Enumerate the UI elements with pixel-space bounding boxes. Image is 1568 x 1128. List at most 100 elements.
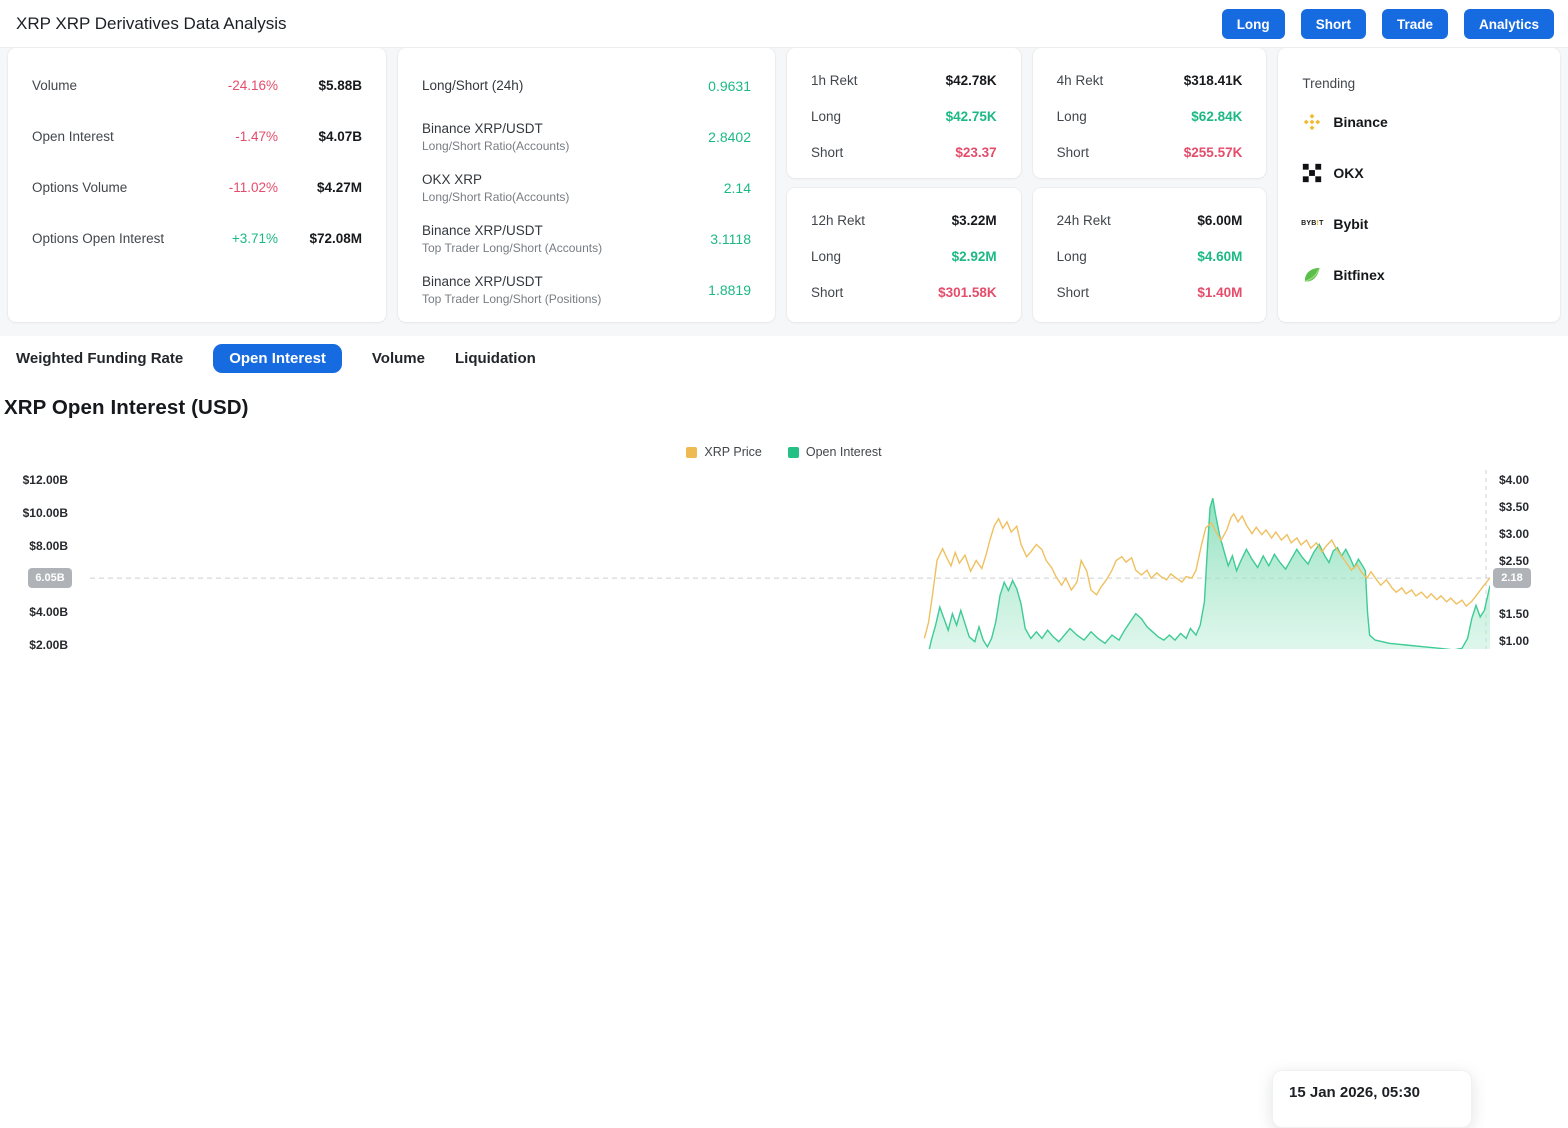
rekt-row: Long $62.84K bbox=[1057, 98, 1243, 134]
stat-cards-row: Volume -24.16% $5.88B Open Interest -1.4… bbox=[8, 48, 1560, 322]
stat-change: -1.47% bbox=[186, 129, 278, 144]
stat-label: Volume bbox=[32, 78, 186, 93]
ratio-label: Long/Short (24h) bbox=[422, 78, 708, 93]
rekt-value: $3.22M bbox=[952, 213, 997, 228]
rekt-column-2: 4h Rekt $318.41K Long $62.84K Short $255… bbox=[1033, 48, 1267, 322]
rekt-row: Short $23.37 bbox=[811, 134, 997, 170]
rekt-value: $6.00M bbox=[1197, 213, 1242, 228]
stat-value: $72.08M bbox=[278, 231, 362, 246]
bitfinex-icon bbox=[1302, 265, 1322, 285]
rekt-label: Long bbox=[811, 109, 946, 124]
header-action-button[interactable]: Long bbox=[1222, 9, 1285, 39]
header-action-button[interactable]: Short bbox=[1301, 9, 1366, 39]
stat-label: Options Volume bbox=[32, 180, 186, 195]
market-stats-card: Volume -24.16% $5.88B Open Interest -1.4… bbox=[8, 48, 386, 322]
ratio-sublabel: Long/Short Ratio(Accounts) bbox=[422, 139, 708, 153]
left-axis: $12.00B $10.00B $8.00B $4.00B $2.00B bbox=[0, 470, 68, 649]
header-action-button[interactable]: Analytics bbox=[1464, 9, 1554, 39]
legend-swatch-icon bbox=[686, 447, 697, 458]
chart-tooltip: 15 Jan 2026, 05:30 bbox=[1272, 1070, 1472, 1128]
ratio-value: 0.9631 bbox=[708, 78, 751, 94]
axis-tick-label: $1.00 bbox=[1499, 633, 1563, 649]
rekt-row: Short $255.57K bbox=[1057, 134, 1243, 170]
exchange-name: Binance bbox=[1333, 114, 1387, 130]
ratio-value: 2.8402 bbox=[708, 129, 751, 145]
rekt-value: $301.58K bbox=[938, 285, 997, 300]
bybit-icon: BYB!T bbox=[1302, 214, 1322, 234]
tab[interactable]: Open Interest bbox=[213, 344, 342, 373]
tab[interactable]: Volume bbox=[372, 344, 425, 373]
ratio-row: Binance XRP/USDT Top Trader Long/Short (… bbox=[422, 213, 751, 264]
chart-tabs: Weighted Funding Rate Open Interest Volu… bbox=[16, 344, 536, 373]
ratio-value: 2.14 bbox=[724, 180, 751, 196]
legend-item[interactable]: XRP Price bbox=[686, 445, 761, 459]
page: XRP XRP Derivatives Data Analysis Long S… bbox=[0, 0, 1568, 649]
chart-plot[interactable] bbox=[90, 470, 1490, 649]
tab[interactable]: Liquidation bbox=[455, 344, 536, 373]
ratio-row: OKX XRP Long/Short Ratio(Accounts) 2.14 bbox=[422, 162, 751, 213]
trending-exchange-item[interactable]: Binance bbox=[1302, 96, 1536, 147]
rekt-label: Short bbox=[811, 285, 938, 300]
ratio-row: Long/Short (24h) 0.9631 bbox=[422, 60, 751, 111]
rekt-row: Long $42.75K bbox=[811, 98, 997, 134]
axis-tick-label: $12.00B bbox=[0, 472, 68, 488]
price-current-value-badge: 2.18 bbox=[1493, 568, 1531, 588]
exchange-name: Bybit bbox=[1333, 216, 1368, 232]
ratio-label: Binance XRP/USDT bbox=[422, 121, 708, 136]
rekt-row: Long $4.60M bbox=[1057, 238, 1243, 274]
binance-icon bbox=[1302, 112, 1322, 132]
rekt-label: Short bbox=[811, 145, 955, 160]
rekt-label: Short bbox=[1057, 285, 1198, 300]
stat-value: $4.27M bbox=[278, 180, 362, 195]
legend-swatch-icon bbox=[788, 447, 799, 458]
stat-value: $4.07B bbox=[278, 129, 362, 144]
ratio-sublabel: Top Trader Long/Short (Positions) bbox=[422, 292, 708, 306]
axis-tick-label: $2.50 bbox=[1499, 553, 1563, 569]
oi-current-value-badge: 6.05B bbox=[28, 568, 72, 588]
axis-tick-label: $1.50 bbox=[1499, 606, 1563, 622]
axis-tick-label: $4.00B bbox=[0, 604, 68, 620]
rekt-value: $255.57K bbox=[1184, 145, 1243, 160]
stat-label: Options Open Interest bbox=[32, 231, 186, 246]
rekt-column-1: 1h Rekt $42.78K Long $42.75K Short $23.3… bbox=[787, 48, 1021, 322]
stat-row: Options Open Interest +3.71% $72.08M bbox=[32, 213, 362, 264]
header-action-button[interactable]: Trade bbox=[1382, 9, 1448, 39]
trending-card: Trending Binance OKX BYB!T Bybit Bitfine… bbox=[1278, 48, 1560, 322]
rekt-label: Long bbox=[1057, 249, 1198, 264]
stat-value: $5.88B bbox=[278, 78, 362, 93]
rekt-value: $62.84K bbox=[1191, 109, 1242, 124]
ratio-sublabel: Top Trader Long/Short (Accounts) bbox=[422, 241, 710, 255]
rekt-label: Short bbox=[1057, 145, 1184, 160]
legend-item[interactable]: Open Interest bbox=[788, 445, 882, 459]
rekt-label: 4h Rekt bbox=[1057, 73, 1184, 88]
legend-label: Open Interest bbox=[806, 445, 882, 459]
trending-exchange-item[interactable]: BYB!T Bybit bbox=[1302, 198, 1536, 249]
tab[interactable]: Weighted Funding Rate bbox=[16, 344, 183, 373]
chart-area[interactable]: $12.00B $10.00B $8.00B $4.00B $2.00B $4.… bbox=[0, 470, 1568, 649]
trending-exchange-item[interactable]: Bitfinex bbox=[1302, 249, 1536, 300]
rekt-row: Short $1.40M bbox=[1057, 274, 1243, 310]
okx-icon bbox=[1302, 163, 1322, 183]
header-actions: Long Short Trade Analytics bbox=[1222, 9, 1554, 39]
long-short-ratios-card: Long/Short (24h) 0.9631 Binance XRP/USDT… bbox=[398, 48, 775, 322]
axis-tick-label: $4.00 bbox=[1499, 472, 1563, 488]
rekt-value: $23.37 bbox=[955, 145, 996, 160]
stat-row: Options Volume -11.02% $4.27M bbox=[32, 162, 362, 213]
trending-exchange-item[interactable]: OKX bbox=[1302, 147, 1536, 198]
rekt-value: $2.92M bbox=[952, 249, 997, 264]
stat-row: Volume -24.16% $5.88B bbox=[32, 60, 362, 111]
ratio-row: Binance XRP/USDT Top Trader Long/Short (… bbox=[422, 264, 751, 315]
ratio-row: Binance XRP/USDT Long/Short Ratio(Accoun… bbox=[422, 111, 751, 162]
rekt-card: 1h Rekt $42.78K Long $42.75K Short $23.3… bbox=[787, 48, 1021, 178]
rekt-row: 24h Rekt $6.00M bbox=[1057, 202, 1243, 238]
rekt-card: 24h Rekt $6.00M Long $4.60M Short $1.40M bbox=[1033, 188, 1267, 322]
rekt-label: 12h Rekt bbox=[811, 213, 952, 228]
rekt-label: Long bbox=[1057, 109, 1192, 124]
rekt-value: $42.75K bbox=[946, 109, 997, 124]
rekt-value: $318.41K bbox=[1184, 73, 1243, 88]
rekt-row: 12h Rekt $3.22M bbox=[811, 202, 997, 238]
right-axis: $4.00 $3.50 $3.00 $2.50 $1.50 $1.00 bbox=[1499, 470, 1563, 649]
rekt-value: $1.40M bbox=[1197, 285, 1242, 300]
axis-tick-label: $10.00B bbox=[0, 505, 68, 521]
axis-tick-label: $3.00 bbox=[1499, 526, 1563, 542]
